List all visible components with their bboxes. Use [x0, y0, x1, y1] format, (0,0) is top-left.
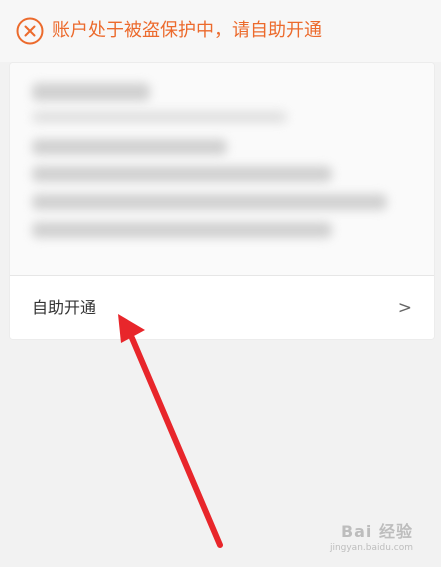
blurred-line [32, 111, 287, 123]
close-circle-icon [16, 17, 44, 45]
alert-message: 账户处于被盗保护中，请自助开通 [52, 20, 322, 41]
watermark-logo: Bai 经验 [340, 522, 413, 541]
blurred-line [32, 83, 150, 101]
blurred-line [32, 139, 227, 155]
watermark-url: jingyan.baidu.com [329, 543, 413, 553]
self-service-activate-label: 自助开通 [32, 298, 97, 317]
blurred-line [32, 222, 332, 238]
blurred-line [32, 166, 332, 182]
self-service-activate-row[interactable]: 自助开通 > [10, 276, 434, 339]
account-info-card: 自助开通 > [9, 62, 435, 340]
watermark: Bai 经验 jingyan.baidu.com [330, 518, 413, 553]
blurred-line [32, 194, 387, 210]
chevron-right-icon: > [397, 298, 412, 318]
blurred-account-details [10, 63, 434, 275]
alert-bar: 账户处于被盗保护中，请自助开通 [0, 0, 441, 62]
